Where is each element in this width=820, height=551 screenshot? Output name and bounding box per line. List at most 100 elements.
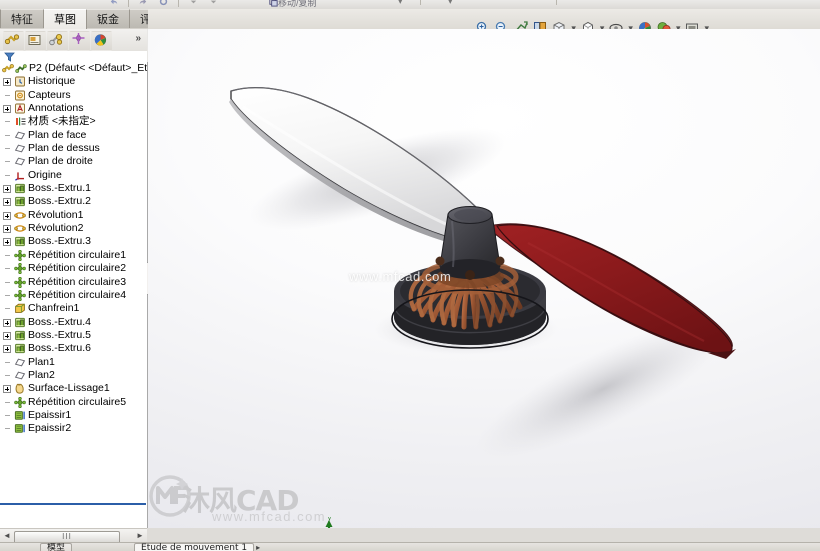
loft-surface-icon bbox=[14, 383, 26, 394]
tree-item-22[interactable]: Boss.-Extru.6 bbox=[0, 342, 147, 355]
toolbar-separator bbox=[128, 0, 129, 7]
annotations-icon bbox=[14, 103, 26, 114]
tree-item-label: Chanfrein1 bbox=[28, 302, 80, 315]
tree-item-2[interactable]: Historique bbox=[0, 75, 147, 88]
dimxpert-manager-icon[interactable] bbox=[69, 31, 90, 51]
tree-item-27[interactable]: Epaissir1 bbox=[0, 409, 147, 422]
circular-pattern-icon bbox=[14, 396, 26, 408]
command-tab-2[interactable]: 草图 bbox=[44, 9, 87, 29]
tree-item-14[interactable]: Boss.-Extru.3 bbox=[0, 235, 147, 248]
status-tab-1[interactable]: 模型 bbox=[40, 543, 73, 551]
status-tab-overflow-icon[interactable]: ▸ bbox=[256, 543, 260, 551]
chevron-down-icon[interactable] bbox=[188, 0, 199, 7]
scroll-right-arrow[interactable]: ► bbox=[135, 531, 145, 541]
feature-manager-palette: » bbox=[0, 29, 147, 52]
filter-funnel-icon[interactable] bbox=[4, 52, 15, 62]
tree-item-label: Plan1 bbox=[28, 355, 55, 368]
circular-pattern-icon bbox=[14, 276, 26, 288]
tree-expand-toggle[interactable] bbox=[3, 318, 11, 327]
tree-item-26[interactable]: Répétition circulaire5 bbox=[0, 396, 147, 409]
tree-item-label: Boss.-Extru.3 bbox=[28, 235, 92, 248]
configuration-manager-icon[interactable] bbox=[47, 31, 68, 51]
tree-item-label: Epaissir1 bbox=[28, 408, 72, 421]
tree-item-10[interactable]: Boss.-Extru.1 bbox=[0, 182, 147, 195]
plane-icon bbox=[14, 130, 26, 141]
tree-item-label: Annotations bbox=[28, 102, 84, 115]
revolve-icon bbox=[14, 210, 26, 221]
chevron-down-icon-4[interactable]: ▾ bbox=[448, 0, 453, 7]
tree-expand-toggle[interactable] bbox=[3, 105, 11, 114]
tree-item-label: Origine bbox=[28, 168, 62, 181]
circular-pattern-icon bbox=[14, 263, 26, 275]
thicken-icon bbox=[14, 410, 26, 421]
tree-item-label: Boss.-Extru.1 bbox=[28, 182, 92, 195]
tree-item-5[interactable]: 材质 <未指定> bbox=[0, 115, 147, 128]
tree-item-20[interactable]: Boss.-Extru.4 bbox=[0, 316, 147, 329]
display-manager-icon[interactable] bbox=[91, 31, 112, 51]
status-tab-2[interactable]: Étude de mouvement 1 bbox=[134, 543, 255, 551]
plane-icon bbox=[14, 143, 26, 154]
redo-icon[interactable] bbox=[138, 0, 149, 7]
tree-branch-line bbox=[5, 94, 10, 96]
circular-pattern-icon bbox=[14, 289, 26, 301]
tree-item-25[interactable]: Surface-Lissage1 bbox=[0, 382, 147, 395]
tree-item-23[interactable]: Plan1 bbox=[0, 356, 147, 369]
scroll-left-arrow[interactable]: ◄ bbox=[2, 531, 12, 541]
boss-extrude-icon bbox=[14, 330, 26, 341]
command-tab-3[interactable]: 钣金 bbox=[87, 9, 130, 28]
tree-expand-toggle[interactable] bbox=[3, 225, 11, 234]
tree-item-label: Historique bbox=[28, 75, 76, 88]
tree-expand-toggle[interactable] bbox=[3, 345, 11, 354]
graphics-area[interactable]: www.mfcad.com 沐风CAD www.mfcad.com y z x bbox=[148, 29, 820, 528]
tree-item-18[interactable]: Répétition circulaire4 bbox=[0, 289, 147, 302]
tree-item-21[interactable]: Boss.-Extru.5 bbox=[0, 329, 147, 342]
tree-expand-toggle[interactable] bbox=[3, 78, 11, 87]
tree-item-label: Surface-Lissage1 bbox=[28, 382, 110, 395]
tree-branch-line bbox=[5, 361, 10, 363]
tree-expand-toggle[interactable] bbox=[3, 238, 11, 247]
property-manager-icon[interactable] bbox=[25, 31, 46, 51]
rebuild-icon[interactable] bbox=[158, 0, 169, 7]
tree-item-24[interactable]: Plan2 bbox=[0, 369, 147, 382]
tree-horizontal-scrollbar[interactable]: ◄ III ► bbox=[0, 528, 147, 544]
feature-tree-panel[interactable]: P2 (Défaut< <Défaut>_Etat Historique Capte… bbox=[0, 62, 148, 528]
propeller-model[interactable] bbox=[148, 29, 820, 528]
material-icon bbox=[14, 116, 26, 127]
tree-item-17[interactable]: Répétition circulaire3 bbox=[0, 276, 147, 289]
tree-item-6[interactable]: Plan de face bbox=[0, 129, 147, 142]
tree-expand-toggle[interactable] bbox=[3, 385, 11, 394]
tree-item-label: Plan de face bbox=[28, 128, 87, 141]
tree-item-7[interactable]: Plan de dessus bbox=[0, 142, 147, 155]
tree-item-15[interactable]: Répétition circulaire1 bbox=[0, 249, 147, 262]
feature-manager-icon[interactable] bbox=[3, 31, 24, 51]
boss-extrude-icon bbox=[14, 317, 26, 328]
tree-branch-line bbox=[5, 281, 10, 283]
tree-item-3[interactable]: Capteurs bbox=[0, 89, 147, 102]
tree-expand-toggle[interactable] bbox=[3, 211, 11, 220]
tree-item-label: Plan de droite bbox=[28, 155, 93, 168]
command-tab-1[interactable]: 特征 bbox=[0, 9, 44, 28]
tree-expand-toggle[interactable] bbox=[3, 331, 11, 340]
tree-branch-line bbox=[5, 121, 10, 123]
tree-item-19[interactable]: Chanfrein1 bbox=[0, 302, 147, 315]
tree-expand-toggle[interactable] bbox=[3, 198, 11, 207]
tree-branch-line bbox=[5, 148, 10, 150]
tree-expand-toggle[interactable] bbox=[3, 185, 11, 194]
tree-item-9[interactable]: Origine bbox=[0, 169, 147, 182]
chevron-down-icon-2[interactable] bbox=[208, 0, 219, 7]
undo-icon[interactable] bbox=[108, 0, 119, 7]
tree-item-28[interactable]: Epaissir2 bbox=[0, 422, 147, 435]
tree-item-12[interactable]: Révolution1 bbox=[0, 209, 147, 222]
palette-overflow-button[interactable]: » bbox=[135, 33, 141, 44]
tree-item-8[interactable]: Plan de droite bbox=[0, 155, 147, 168]
circular-pattern-icon bbox=[14, 249, 26, 261]
tree-item-1[interactable]: P2 (Défaut< <Défaut>_Etat bbox=[0, 62, 147, 75]
tree-item-4[interactable]: Annotations bbox=[0, 102, 147, 115]
chevron-down-icon-3[interactable]: ▾ bbox=[398, 0, 403, 7]
tree-item-16[interactable]: Répétition circulaire2 bbox=[0, 262, 147, 275]
tree-item-11[interactable]: Boss.-Extru.2 bbox=[0, 195, 147, 208]
tree-item-label: Capteurs bbox=[28, 88, 71, 101]
tree-item-13[interactable]: Révolution2 bbox=[0, 222, 147, 235]
tree-item-label: Boss.-Extru.6 bbox=[28, 342, 92, 355]
top-toolbar-label: 移动/复制 bbox=[278, 0, 317, 8]
